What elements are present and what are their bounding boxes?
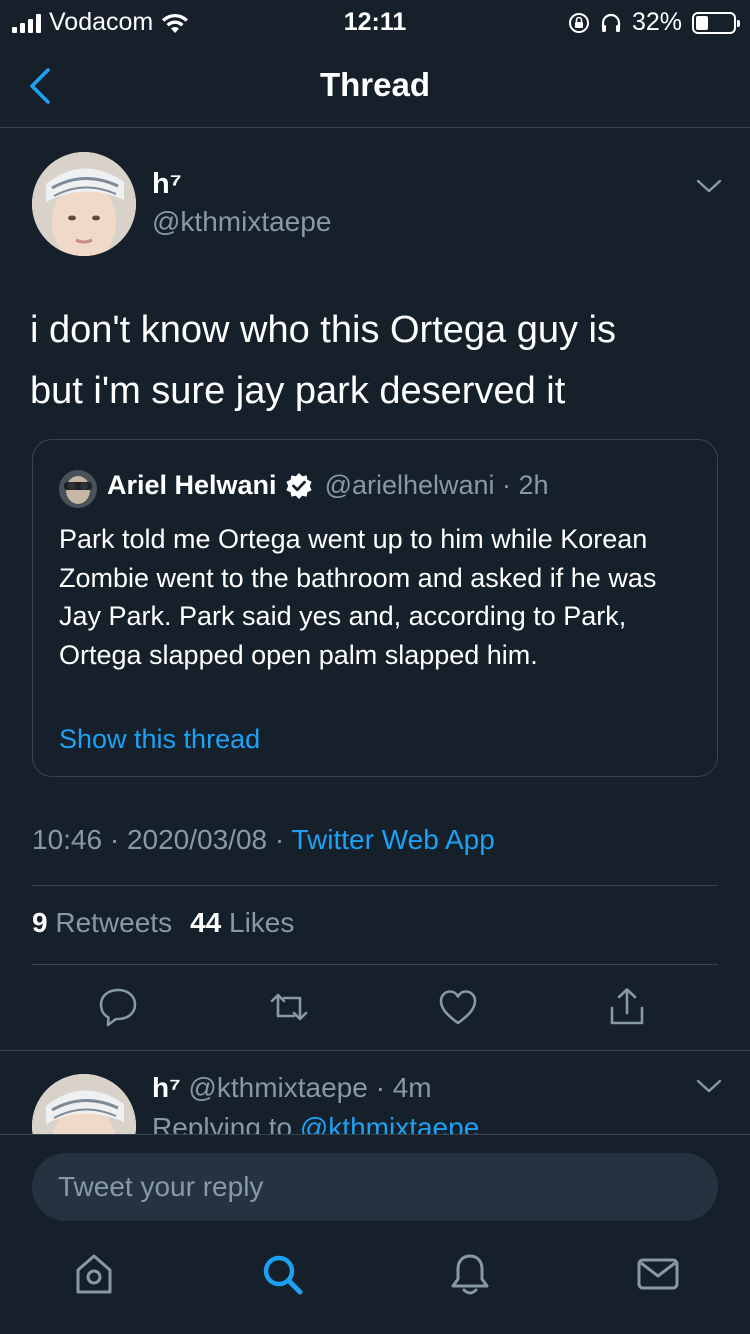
nav-header: Thread: [0, 44, 750, 128]
divider: [0, 1050, 750, 1051]
retweets-count: 9: [32, 907, 48, 938]
tweet-text-line: i don't know who this Ortega guy is: [30, 309, 616, 351]
retweets-stat[interactable]: 9 Retweets: [32, 907, 172, 938]
reply-icon[interactable]: [97, 986, 139, 1028]
author-handle[interactable]: @kthmixtaepe: [152, 206, 331, 238]
reply-author-name: h⁷: [152, 1072, 181, 1103]
quote-meta: @arielhelwani · 2h: [324, 470, 549, 500]
tweet-source-link[interactable]: Twitter Web App: [291, 824, 494, 855]
likes-stat[interactable]: 44 Likes: [190, 907, 294, 938]
show-thread-link[interactable]: Show this thread: [59, 724, 260, 755]
author-name[interactable]: h⁷: [152, 168, 182, 201]
home-icon[interactable]: [70, 1250, 118, 1298]
status-bar: Vodacom 12:11 32%: [0, 0, 750, 44]
quote-text: Park told me Ortega went up to him while…: [59, 524, 657, 670]
likes-label: Likes: [229, 907, 295, 938]
tab-bar: [0, 1250, 750, 1320]
tweet-stats: 9 Retweets 44 Likes: [32, 907, 294, 939]
notifications-bell-icon[interactable]: [446, 1250, 494, 1298]
orientation-lock-icon: [568, 12, 589, 33]
chevron-down-icon[interactable]: [694, 176, 724, 196]
reply-meta: @kthmixtaepe · 4m: [180, 1072, 432, 1103]
replying-to-label: Replying to: [152, 1112, 300, 1134]
chevron-down-icon[interactable]: [694, 1076, 724, 1096]
quoted-tweet[interactable]: Ariel Helwani @arielhelwani · 2h Park to…: [32, 439, 718, 777]
messages-mail-icon[interactable]: [634, 1250, 682, 1298]
share-icon[interactable]: [606, 986, 648, 1028]
replying-to: Replying to @kthmixtaepe: [152, 1112, 479, 1134]
battery-percent: 32%: [631, 8, 682, 36]
tweet-text: i don't know who this Ortega guy is but …: [30, 300, 720, 422]
likes-count: 44: [190, 907, 222, 938]
quote-avatar: [59, 470, 97, 508]
quote-author-name: Ariel Helwani: [107, 470, 277, 500]
divider: [32, 964, 718, 965]
page-title: Thread: [319, 66, 431, 103]
heart-icon[interactable]: [437, 986, 479, 1028]
reply-tweet[interactable]: h⁷ @kthmixtaepe · 4m Replying to @kthmix…: [0, 1052, 750, 1134]
retweets-label: Retweets: [55, 907, 173, 938]
replying-to-handle[interactable]: @kthmixtaepe: [300, 1112, 479, 1134]
divider: [32, 885, 718, 886]
tweet-text-line: but i'm sure jay park deserved it: [30, 370, 566, 412]
verified-badge-icon: [285, 472, 312, 499]
avatar[interactable]: [32, 152, 136, 256]
reply-avatar[interactable]: [32, 1074, 136, 1134]
tweet-time: 10:46 · 2020/03/08 ·: [32, 824, 292, 855]
reply-input[interactable]: [32, 1153, 718, 1221]
headphones-icon: [601, 13, 621, 32]
thread-screen: Vodacom 12:11 32% Thread h⁷ @kthmixtaepe…: [0, 0, 750, 1334]
tweet-actions: [0, 986, 750, 1032]
battery-icon: [692, 11, 740, 34]
tweet-timestamp: 10:46 · 2020/03/08 · Twitter Web App: [32, 824, 495, 856]
retweet-icon[interactable]: [268, 986, 310, 1028]
search-icon[interactable]: [258, 1250, 306, 1298]
